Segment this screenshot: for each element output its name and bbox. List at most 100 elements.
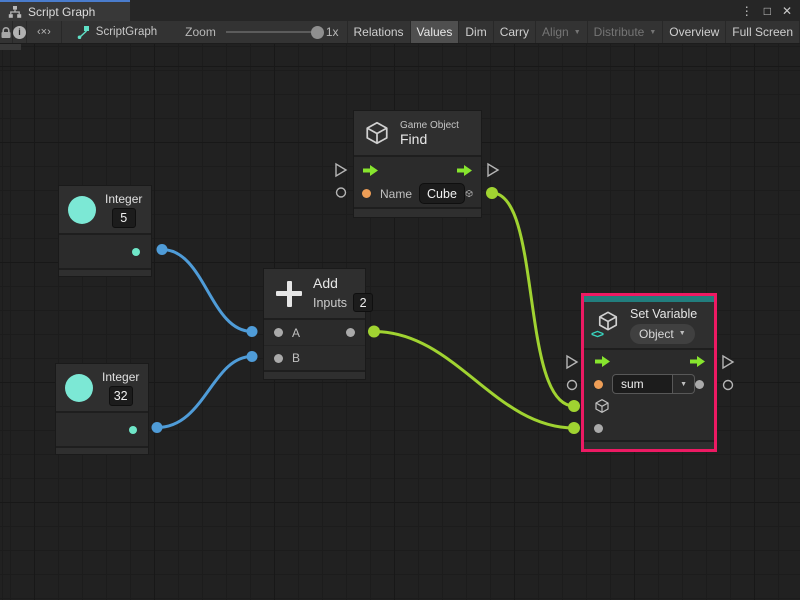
- graph-breadcrumb[interactable]: ScriptGraph: [76, 21, 157, 43]
- node-setvariable-header: <> Set Variable Object ▼: [584, 302, 714, 348]
- value-output-dot[interactable]: [695, 380, 704, 389]
- flow-row: [354, 159, 481, 182]
- wire-add-to-setvariable-value[interactable]: [374, 332, 574, 429]
- chevron-down-icon: ▼: [679, 330, 686, 337]
- output-dot[interactable]: [132, 248, 140, 256]
- port-setvariable-flow-out[interactable]: [723, 356, 733, 368]
- port-add-input-b[interactable]: [247, 351, 258, 362]
- integer-value-field[interactable]: 5: [112, 208, 136, 228]
- port-add-input-a[interactable]: [247, 326, 258, 337]
- inputs-label: Inputs: [313, 296, 347, 310]
- inputs-count-field[interactable]: 2: [353, 293, 373, 312]
- value-input-dot[interactable]: [594, 424, 603, 433]
- tab-title: Script Graph: [28, 5, 95, 19]
- toolbar-button-values[interactable]: Values: [411, 21, 460, 43]
- port-row-b: B: [264, 345, 365, 370]
- node-footer: [584, 440, 714, 449]
- graph-name-label: ScriptGraph: [96, 26, 157, 38]
- node-integer-32-header: Integer 32: [56, 364, 148, 411]
- node-integer-5[interactable]: Integer 5: [58, 185, 152, 277]
- toolbar-buttons: Relations Values Dim Carry Align ▼ Distr…: [347, 21, 800, 43]
- node-add[interactable]: Add Inputs 2 A B: [263, 268, 366, 380]
- object-row: [584, 396, 714, 416]
- port-find-value-in[interactable]: [337, 188, 346, 197]
- flow-in-arrow-icon[interactable]: [362, 164, 379, 177]
- window-menu-icon[interactable]: ⋮: [741, 5, 753, 17]
- port-find-flow-in[interactable]: [336, 164, 346, 176]
- toolbar-button-align[interactable]: Align ▼: [536, 21, 588, 43]
- maximize-icon[interactable]: □: [764, 5, 771, 17]
- port-integer5-output[interactable]: [157, 244, 168, 255]
- lock-icon: [0, 26, 12, 39]
- variable-name-dropdown-button[interactable]: ▼: [673, 374, 695, 394]
- scope-label: Object: [639, 327, 674, 341]
- chevron-down-icon: ▼: [574, 29, 581, 36]
- wire-integer32-to-add-b[interactable]: [157, 357, 252, 428]
- zoom-control: Zoom 1x: [185, 21, 344, 43]
- node-gameobject-find[interactable]: Game Object Find Name Cube: [353, 110, 482, 218]
- node-add-header: Add Inputs 2: [264, 269, 365, 318]
- tab-script-graph[interactable]: Script Graph: [0, 0, 130, 21]
- integer-value-field[interactable]: 32: [109, 386, 133, 406]
- toolbar-button-overview[interactable]: Overview: [663, 21, 726, 43]
- zoom-slider-knob[interactable]: [311, 26, 324, 39]
- add-icon: [276, 281, 302, 307]
- wire-integer5-to-add-a[interactable]: [162, 250, 252, 332]
- close-icon[interactable]: ✕: [782, 5, 792, 17]
- node-footer: [354, 207, 481, 217]
- node-set-variable[interactable]: <> Set Variable Object ▼ su: [581, 293, 717, 452]
- brackets-icon: <>: [591, 327, 603, 341]
- node-integer-32[interactable]: Integer 32: [55, 363, 149, 455]
- node-title: Set Variable: [630, 307, 697, 321]
- name-row: Name Cube: [354, 182, 481, 205]
- output-row: [56, 413, 148, 446]
- node-integer-5-header: Integer 5: [59, 186, 151, 233]
- variable-scope-dropdown[interactable]: Object ▼: [630, 324, 695, 344]
- port-integer32-output[interactable]: [152, 422, 163, 433]
- flow-out-arrow-icon[interactable]: [689, 355, 706, 368]
- input-a-dot[interactable]: [274, 328, 283, 337]
- port-add-output[interactable]: [368, 326, 380, 338]
- name-input-dot[interactable]: [362, 189, 371, 198]
- graph-hierarchy-icon: [8, 5, 22, 19]
- wire-find-to-setvariable-object[interactable]: [492, 193, 574, 406]
- gameobject-input-icon[interactable]: [594, 398, 610, 414]
- port-setvariable-name-in[interactable]: [568, 381, 577, 390]
- node-find-header: Game Object Find: [354, 111, 481, 155]
- flow-in-arrow-icon[interactable]: [594, 355, 611, 368]
- port-setvariable-flow-in[interactable]: [567, 356, 577, 368]
- port-setvariable-value-out[interactable]: [724, 381, 733, 390]
- port-b-label: B: [292, 351, 300, 365]
- name-input-dot[interactable]: [594, 380, 603, 389]
- lock-button[interactable]: [0, 21, 13, 43]
- node-footer: [56, 446, 148, 454]
- variable-name-field[interactable]: sum: [612, 374, 673, 394]
- toolbar-button-dim[interactable]: Dim: [459, 21, 493, 43]
- output-dot[interactable]: [129, 426, 137, 434]
- node-footer: [264, 370, 365, 379]
- node-category: Game Object: [400, 120, 459, 131]
- toolbar-button-carry[interactable]: Carry: [494, 21, 536, 43]
- node-title: Add: [313, 275, 373, 291]
- toolbar-button-relations[interactable]: Relations: [348, 21, 411, 43]
- zoom-value: 1x: [326, 25, 339, 39]
- name-value-field[interactable]: Cube: [419, 183, 465, 204]
- window-tab-bar: Script Graph ⋮ □ ✕: [0, 0, 800, 21]
- port-find-flow-out[interactable]: [488, 164, 498, 176]
- graph-canvas[interactable]: Integer 5 Integer 32: [0, 44, 800, 600]
- port-setvariable-value-input[interactable]: [568, 422, 580, 434]
- port-find-output[interactable]: [486, 187, 498, 199]
- code-brackets-icon: ‹×›: [37, 26, 51, 38]
- node-title: Integer: [105, 192, 142, 206]
- zoom-slider[interactable]: [226, 31, 318, 33]
- input-b-dot[interactable]: [274, 354, 283, 363]
- name-label: Name: [380, 187, 412, 201]
- output-sum-dot[interactable]: [346, 328, 355, 337]
- port-setvariable-object-input[interactable]: [568, 400, 580, 412]
- inspect-button[interactable]: i: [13, 21, 27, 43]
- toolbar-button-distribute[interactable]: Distribute ▼: [588, 21, 664, 43]
- code-view-button[interactable]: ‹×›: [27, 21, 62, 43]
- flow-out-arrow-icon[interactable]: [456, 164, 473, 177]
- integer-icon: [65, 374, 93, 402]
- toolbar-button-fullscreen[interactable]: Full Screen: [726, 21, 800, 43]
